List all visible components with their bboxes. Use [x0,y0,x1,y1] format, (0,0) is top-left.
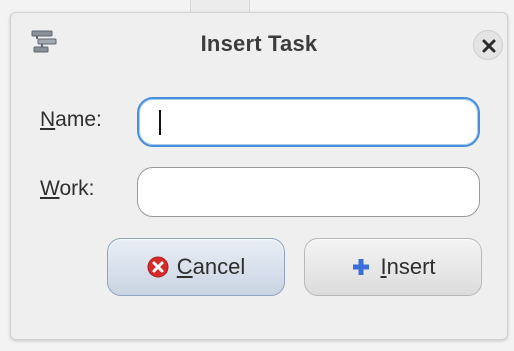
name-label: Name: [40,108,102,132]
cancel-label-text: ancel [192,254,246,279]
insert-button[interactable]: Insert [304,238,482,296]
background-tab [190,0,250,12]
cancel-label: Cancel [177,254,245,280]
plus-icon [350,256,372,278]
name-input[interactable] [137,97,480,147]
work-label-text: ork: [59,177,95,200]
cancel-icon [147,256,169,278]
text-caret [159,110,161,135]
insert-label: Insert [380,254,435,280]
cancel-label-mnemonic: C [176,254,193,279]
name-label-text: ame: [55,108,102,131]
title-bar: Insert Task [11,13,507,73]
dialog-title: Insert Task [200,31,318,56]
cancel-button[interactable]: Cancel [107,238,285,296]
insert-label-text: nsert [386,254,436,279]
work-label-mnemonic: W [40,177,60,200]
close-button[interactable] [473,30,503,60]
close-icon [482,39,496,53]
name-label-mnemonic: N [40,108,56,131]
work-input[interactable] [137,167,480,217]
work-label: Work: [40,177,94,201]
